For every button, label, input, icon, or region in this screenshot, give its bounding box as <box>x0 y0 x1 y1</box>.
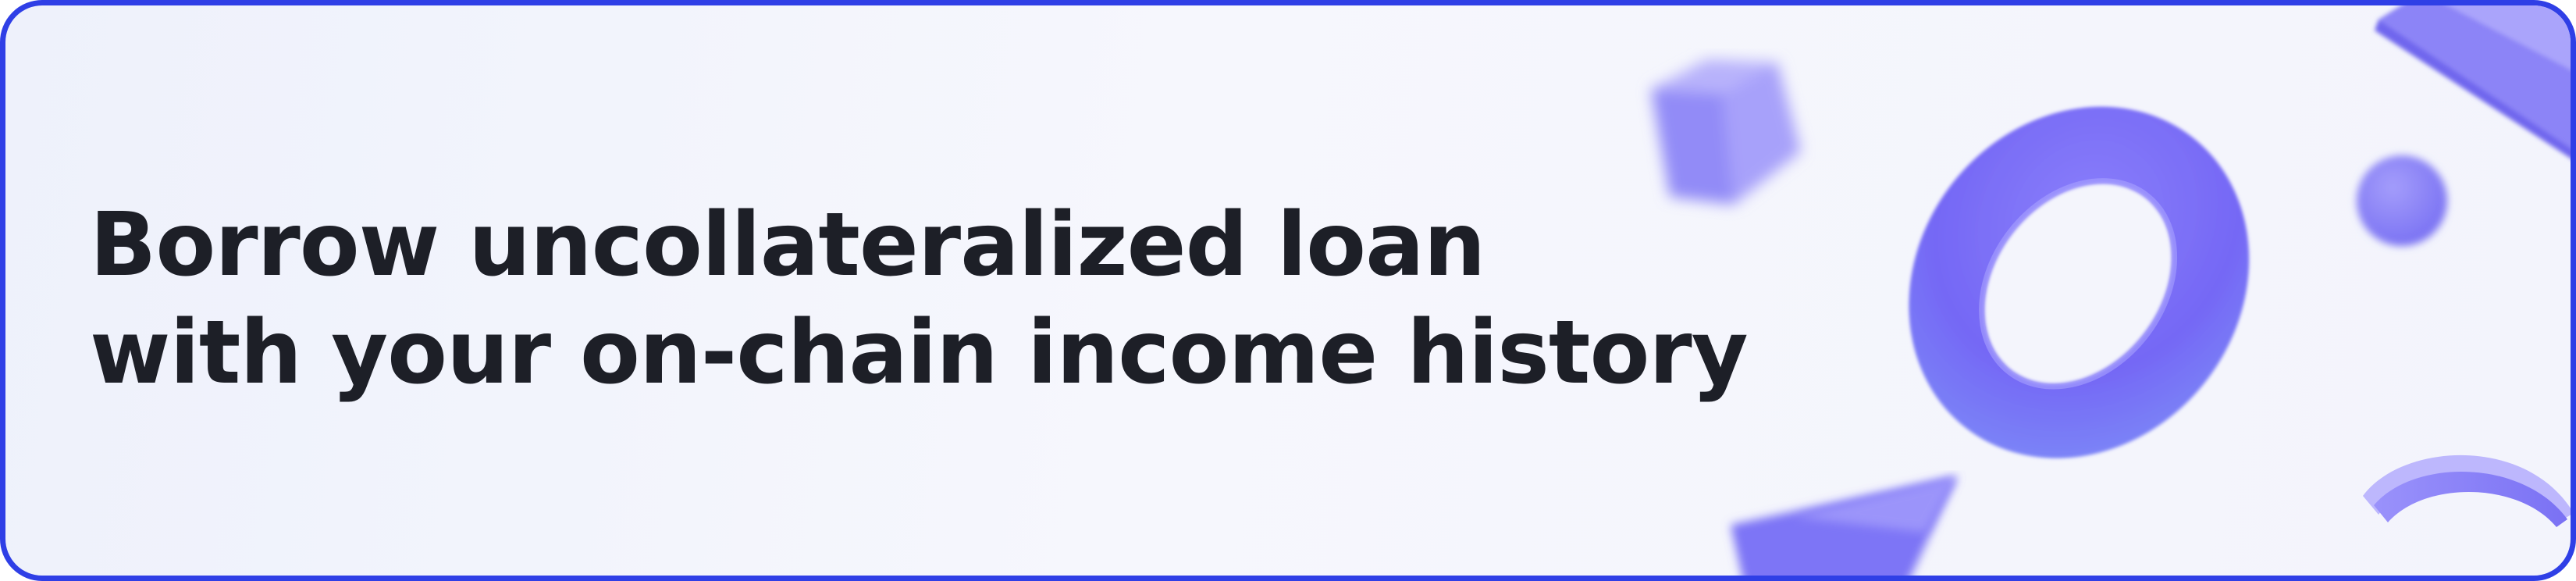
headline-line-2: with your on-chain income history <box>90 302 1749 404</box>
torus-ring-shape <box>1887 84 2277 474</box>
arc-shape <box>2347 427 2571 576</box>
tile-shape <box>2371 5 2571 177</box>
headline-line-1: Borrow uncollateralized loan <box>90 194 1485 296</box>
cube-shape <box>1629 48 1832 228</box>
wedge-shape <box>1715 470 1980 576</box>
promo-banner[interactable]: Borrow uncollateralized loan with your o… <box>0 0 2576 581</box>
banner-headline: Borrow uncollateralized loan with your o… <box>90 191 1749 407</box>
